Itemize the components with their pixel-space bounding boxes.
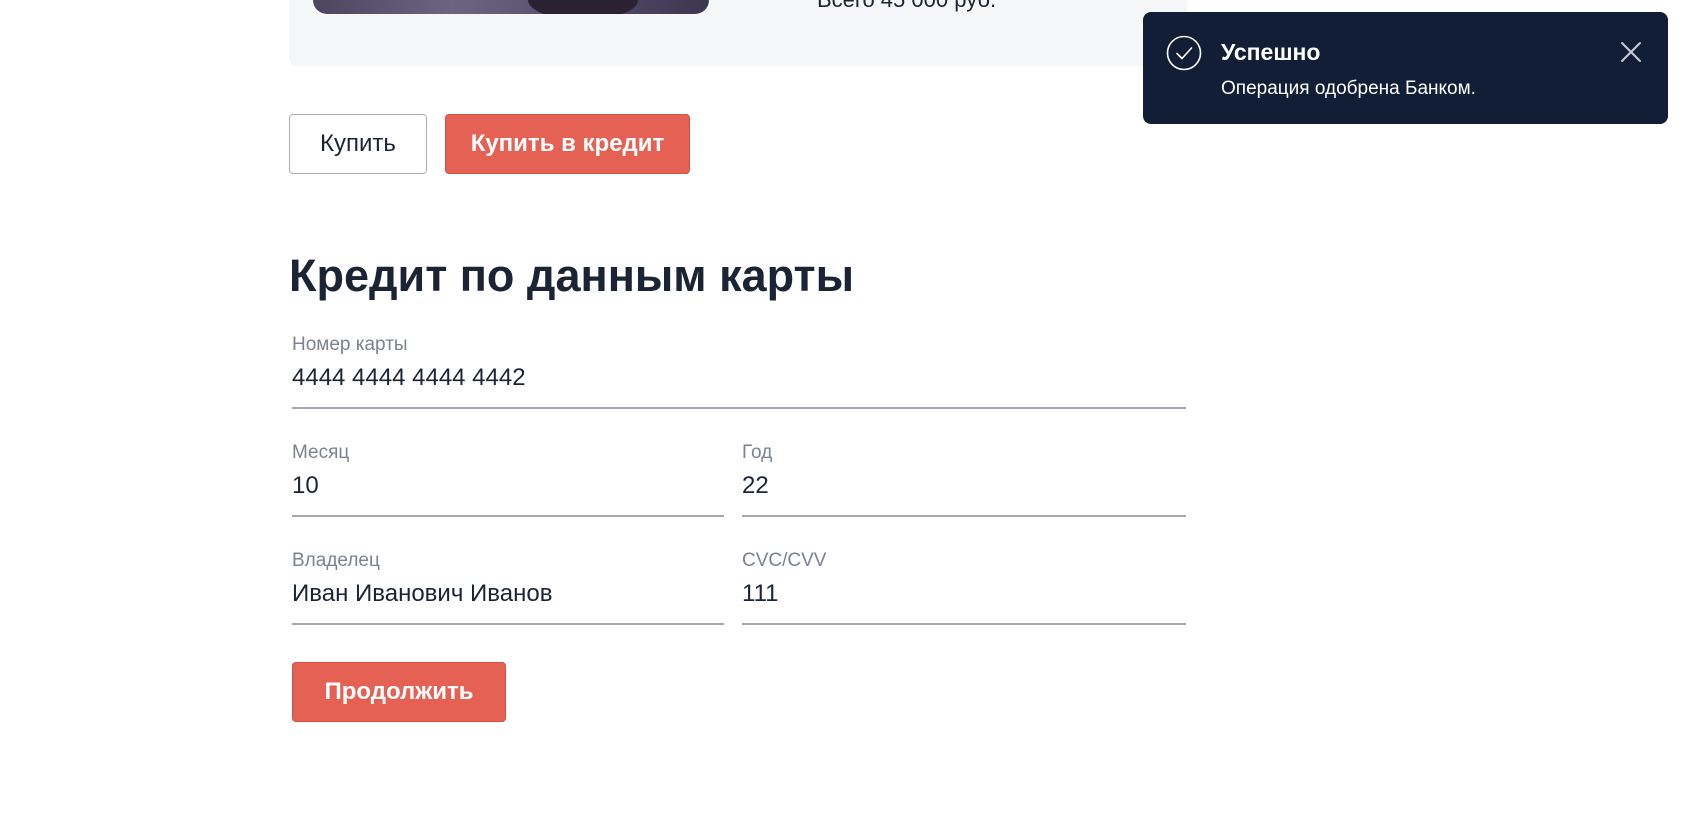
owner-label: Владелец	[292, 550, 380, 571]
check-circle-icon	[1166, 35, 1202, 71]
product-image-detail	[528, 0, 638, 14]
page: Всего 45 000 руб. Купить Купить в кредит…	[0, 0, 1684, 829]
product-image	[313, 0, 709, 14]
cvc-input[interactable]	[742, 579, 1186, 609]
notification-message: Операция одобрена Банком.	[1221, 78, 1476, 99]
notification-title: Успешно	[1221, 39, 1321, 65]
product-card: Всего 45 000 руб.	[289, 0, 1187, 66]
cvc-field: CVC/CVV	[742, 549, 1186, 625]
year-label: Год	[742, 442, 773, 463]
cvc-label: CVC/CVV	[742, 550, 827, 571]
product-price: Всего 45 000 руб.	[817, 0, 996, 12]
success-notification: Успешно Операция одобрена Банком.	[1143, 12, 1668, 124]
month-input[interactable]	[292, 471, 724, 501]
card-number-input[interactable]	[292, 363, 1186, 393]
year-input[interactable]	[742, 471, 1186, 501]
month-label: Месяц	[292, 442, 350, 463]
buy-button[interactable]: Купить	[289, 114, 427, 174]
owner-input[interactable]	[292, 579, 724, 609]
card-number-label: Номер карты	[292, 334, 408, 355]
owner-field: Владелец	[292, 549, 724, 625]
buy-credit-button[interactable]: Купить в кредит	[445, 114, 690, 174]
close-icon[interactable]	[1618, 39, 1644, 65]
month-field: Месяц	[292, 441, 724, 517]
continue-button[interactable]: Продолжить	[292, 662, 506, 722]
card-number-field: Номер карты	[292, 333, 1186, 409]
year-field: Год	[742, 441, 1186, 517]
form-title: Кредит по данным карты	[289, 250, 855, 301]
